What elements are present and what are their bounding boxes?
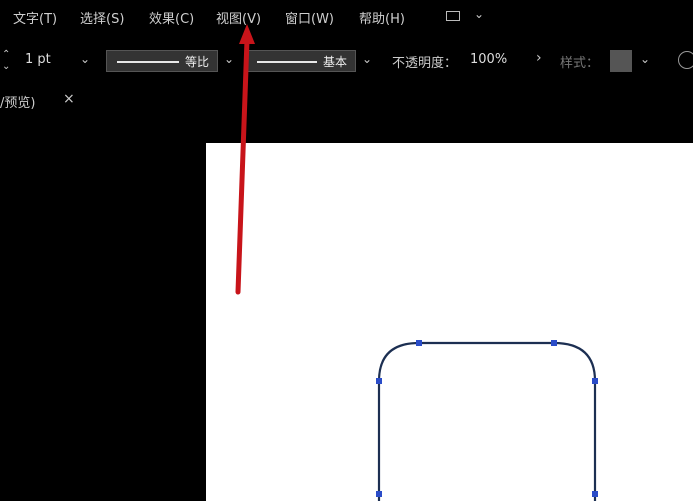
close-icon[interactable]: × [63,91,75,107]
anchor-point[interactable] [416,340,422,346]
menu-select[interactable]: 选择(S) [80,8,124,27]
chevron-down-icon[interactable]: ⌄ [224,52,234,66]
selected-path[interactable] [377,341,597,501]
menu-type[interactable]: 文字(T) [13,8,57,27]
document-tab-label: /预览) [0,96,36,111]
stroke-profile-preview [117,61,179,63]
brush-definition-dropdown[interactable]: 基本 [246,50,356,72]
grid-icon [446,11,460,21]
profile-label: 等比 [185,55,210,69]
brush-label: 基本 [323,55,348,69]
menu-help[interactable]: 帮助(H) [359,8,405,27]
globe-icon[interactable] [678,51,693,69]
opacity-label: 不透明度： [392,56,458,71]
chevron-up-icon[interactable]: ⌃ [2,50,10,60]
chevron-right-icon[interactable]: › [536,50,542,66]
menu-view[interactable]: 视图(V) [216,8,261,27]
workspace-layout-button[interactable]: ⌄ [444,6,488,26]
chevron-down-icon: ⌄ [474,7,485,21]
chevron-down-icon[interactable]: ⌄ [640,52,650,66]
stroke-weight-stepper[interactable]: ⌃ ⌄ [2,48,14,72]
anchor-point[interactable] [592,378,598,384]
artboard[interactable] [206,143,693,501]
opacity-value[interactable]: 100% [470,52,507,67]
control-bar: ⌃ ⌄ 1 pt ⌄ 等比 ⌄ 基本 ⌄ 不透明度： 100% › 样式： ⌄ [0,44,693,78]
anchor-point[interactable] [592,491,598,497]
stroke-weight-value[interactable]: 1 pt [25,52,51,67]
chevron-down-icon[interactable]: ⌄ [362,52,372,66]
graphic-style-swatch[interactable] [610,50,632,72]
anchor-point[interactable] [376,378,382,384]
anchor-point[interactable] [376,491,382,497]
anchor-point[interactable] [551,340,557,346]
menu-effect[interactable]: 效果(C) [149,8,194,27]
menu-bar: 文字(T) 选择(S) 效果(C) 视图(V) 窗口(W) 帮助(H) ⌄ [0,0,693,34]
rounded-path-shape[interactable] [206,143,693,501]
style-label: 样式： [560,56,600,71]
chevron-down-icon[interactable]: ⌄ [80,52,90,66]
variable-width-profile-dropdown[interactable]: 等比 [106,50,218,72]
chevron-down-icon[interactable]: ⌄ [2,62,10,72]
menu-window[interactable]: 窗口(W) [285,8,334,27]
brush-preview [257,61,317,63]
